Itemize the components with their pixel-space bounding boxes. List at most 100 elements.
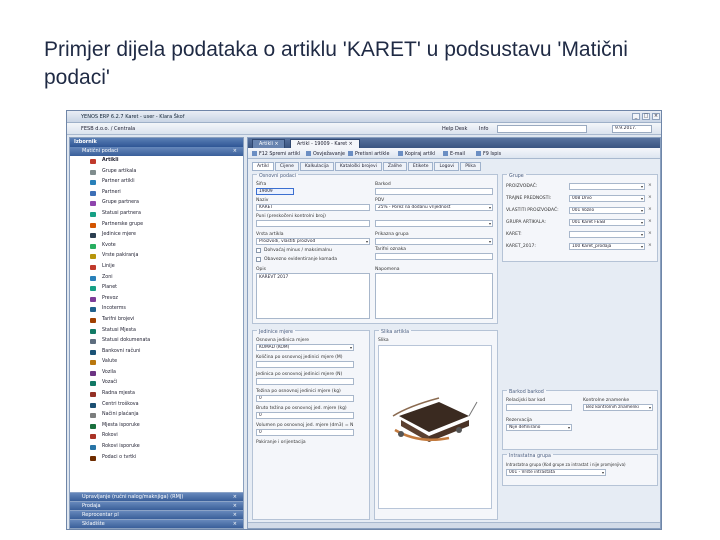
group-collapse-icon[interactable]: × — [233, 147, 237, 156]
sidebar-item-label: Načini plaćanja — [102, 412, 139, 418]
product-image[interactable] — [378, 345, 492, 509]
naziv-input[interactable]: KARET — [256, 204, 370, 211]
sidebar-group[interactable]: Prodaja × — [70, 501, 243, 510]
subtab[interactable]: Kataloški brojevi — [334, 162, 382, 171]
jedinica-input[interactable] — [256, 378, 354, 385]
subtab[interactable]: Cijene — [274, 162, 299, 171]
clear-icon[interactable]: × — [648, 207, 652, 212]
osnovna-jm-select[interactable]: KOMAD (KOM) ▾ — [256, 344, 354, 351]
clear-icon[interactable]: × — [648, 219, 652, 224]
grupe-select[interactable]: 100 Karet_prodaja ▾ — [569, 243, 645, 250]
company-path[interactable]: FESB d.o.o. / Centrala — [81, 126, 135, 132]
sidebar-item[interactable]: Partnerske grupe — [70, 220, 243, 231]
label-opis: Opis — [256, 267, 266, 272]
rezervacija-select[interactable]: Nije definirano ▾ — [506, 424, 572, 431]
sidebar-item[interactable]: Kvote — [70, 241, 243, 252]
sidebar-item[interactable]: Rokovi — [70, 431, 243, 442]
sidebar-item[interactable]: Grupe partnera — [70, 198, 243, 209]
relacijski-input[interactable] — [506, 404, 572, 411]
save-button[interactable]: F12 Spremi artikl — [252, 151, 300, 157]
tezina-input[interactable]: 0 — [256, 395, 354, 402]
sidebar-item[interactable]: Statusi Mjesta — [70, 326, 243, 337]
sidebar-item[interactable]: Prevoz — [70, 294, 243, 305]
opis-textarea[interactable]: KAREVT 2017 — [256, 273, 370, 319]
sidebar-group-maticni[interactable]: Matični podaci × — [70, 147, 243, 156]
clear-icon[interactable]: × — [648, 243, 652, 248]
top-combo[interactable] — [497, 125, 587, 133]
help-desk-button[interactable]: Help Desk — [442, 126, 467, 132]
pdv-select[interactable]: 25% - Porez na dodanu vrijednost ▾ — [375, 204, 493, 211]
doctab-close-icon[interactable]: × — [349, 142, 353, 147]
prikazna-select[interactable]: ▾ — [375, 238, 493, 245]
sidebar-item[interactable]: Valute — [70, 357, 243, 368]
puni-input[interactable] — [256, 220, 370, 227]
napomena-textarea[interactable] — [375, 273, 493, 319]
grupe-select[interactable]: 001 Vozilo ▾ — [569, 207, 645, 214]
intrastat-select[interactable]: 001 - Vrste intrastata ▾ — [506, 469, 606, 476]
subtab[interactable]: Kalkulacija — [299, 162, 334, 171]
kontrolne-select[interactable]: Bez kontrolnih znamenki ▾ — [583, 404, 653, 411]
subtab[interactable]: Artikl — [252, 162, 274, 171]
minimize-button[interactable]: _ — [632, 113, 640, 120]
sidebar-group[interactable]: Upravljanje (ručni nalog/maknjiga) (RMJ)… — [70, 492, 243, 501]
sidebar-item[interactable]: Načini plaćanja — [70, 410, 243, 421]
sidebar-item[interactable]: Podaci o tvrtki — [70, 453, 243, 464]
doctab-artikli[interactable]: Artikli × — [252, 139, 286, 148]
grupe-select[interactable]: 001 Karet FESB ▾ — [569, 219, 645, 226]
copy-button[interactable]: Kopiraj artikl — [398, 151, 435, 157]
reprint-button[interactable]: Pretisni artikle — [348, 151, 389, 157]
sidebar-item[interactable]: Jedinice mjere — [70, 230, 243, 241]
group-expand-icon[interactable]: × — [233, 520, 237, 528]
clear-icon[interactable]: × — [648, 183, 652, 188]
subtab[interactable]: Etikete — [407, 162, 434, 171]
sidebar-item[interactable]: Partner artikli — [70, 177, 243, 188]
date-field[interactable]: 9.9.2017. — [612, 125, 652, 133]
info-button[interactable]: Info — [479, 126, 488, 132]
sidebar-item[interactable]: Centri troškova — [70, 400, 243, 411]
sidebar-item[interactable]: Vozači — [70, 378, 243, 389]
refresh-button[interactable]: Osvježavanje — [306, 151, 345, 157]
sidebar-item[interactable]: Rokovi isporuke — [70, 442, 243, 453]
checkbox-minus[interactable] — [256, 248, 261, 253]
sidebar-group[interactable]: Skladište × — [70, 519, 243, 528]
close-button[interactable]: × — [652, 113, 660, 120]
sidebar-item[interactable]: Incoterms — [70, 304, 243, 315]
kolicina-input[interactable] — [256, 361, 354, 368]
sidebar-item[interactable]: Statusi partnera — [70, 209, 243, 220]
sidebar-item[interactable]: Partneri — [70, 188, 243, 199]
puni2-select[interactable]: ▾ — [375, 220, 493, 227]
sidebar-item[interactable]: Tarifni brojevi — [70, 315, 243, 326]
sidebar-group[interactable]: Reprocentar pl × — [70, 510, 243, 519]
clear-icon[interactable]: × — [648, 195, 652, 200]
tarifni-input[interactable] — [375, 253, 493, 260]
vrsta-select[interactable]: Proizvodi, vlastiti proizvod ▾ — [256, 238, 370, 245]
sidebar-item[interactable]: Artikli — [70, 156, 243, 167]
sidebar-item[interactable]: Statusi dokumenata — [70, 336, 243, 347]
sidebar-item[interactable]: Vrste pakiranja — [70, 251, 243, 262]
grupe-select[interactable]: ▾ — [569, 183, 645, 190]
subtab[interactable]: Logovi — [434, 162, 460, 171]
grupe-select[interactable]: 008 Drvo ▾ — [569, 195, 645, 202]
subtab[interactable]: Zalihe — [382, 162, 407, 171]
doctab-artikl-karet[interactable]: Artikl - 19009 - Karet × — [290, 139, 360, 148]
sidebar-item[interactable]: Vozila — [70, 368, 243, 379]
clear-icon[interactable]: × — [648, 231, 652, 236]
sidebar-item[interactable]: Grupe artikala — [70, 167, 243, 178]
sidebar-item[interactable]: Linije — [70, 262, 243, 273]
sidebar-item[interactable]: Bankovni računi — [70, 347, 243, 358]
checkbox-komada[interactable] — [256, 257, 261, 262]
barkod-input[interactable] — [375, 188, 493, 195]
maximize-button[interactable]: □ — [642, 113, 650, 120]
sidebar-item[interactable]: Zoni — [70, 273, 243, 284]
doctab-close-icon[interactable]: × — [274, 142, 278, 147]
bruto-input[interactable]: 0 — [256, 412, 354, 419]
sidebar-item[interactable]: Mjesta isporuke — [70, 421, 243, 432]
sifra-input[interactable]: 19009 — [256, 188, 294, 195]
volumen-input[interactable]: 0 — [256, 429, 354, 436]
email-button[interactable]: E-mail — [443, 151, 465, 157]
subtab[interactable]: Plika — [460, 162, 481, 171]
sidebar-item[interactable]: Planet — [70, 283, 243, 294]
sidebar-item[interactable]: Radna mjesta — [70, 389, 243, 400]
print-button[interactable]: F9 Ispis — [476, 151, 501, 157]
grupe-select[interactable]: ▾ — [569, 231, 645, 238]
